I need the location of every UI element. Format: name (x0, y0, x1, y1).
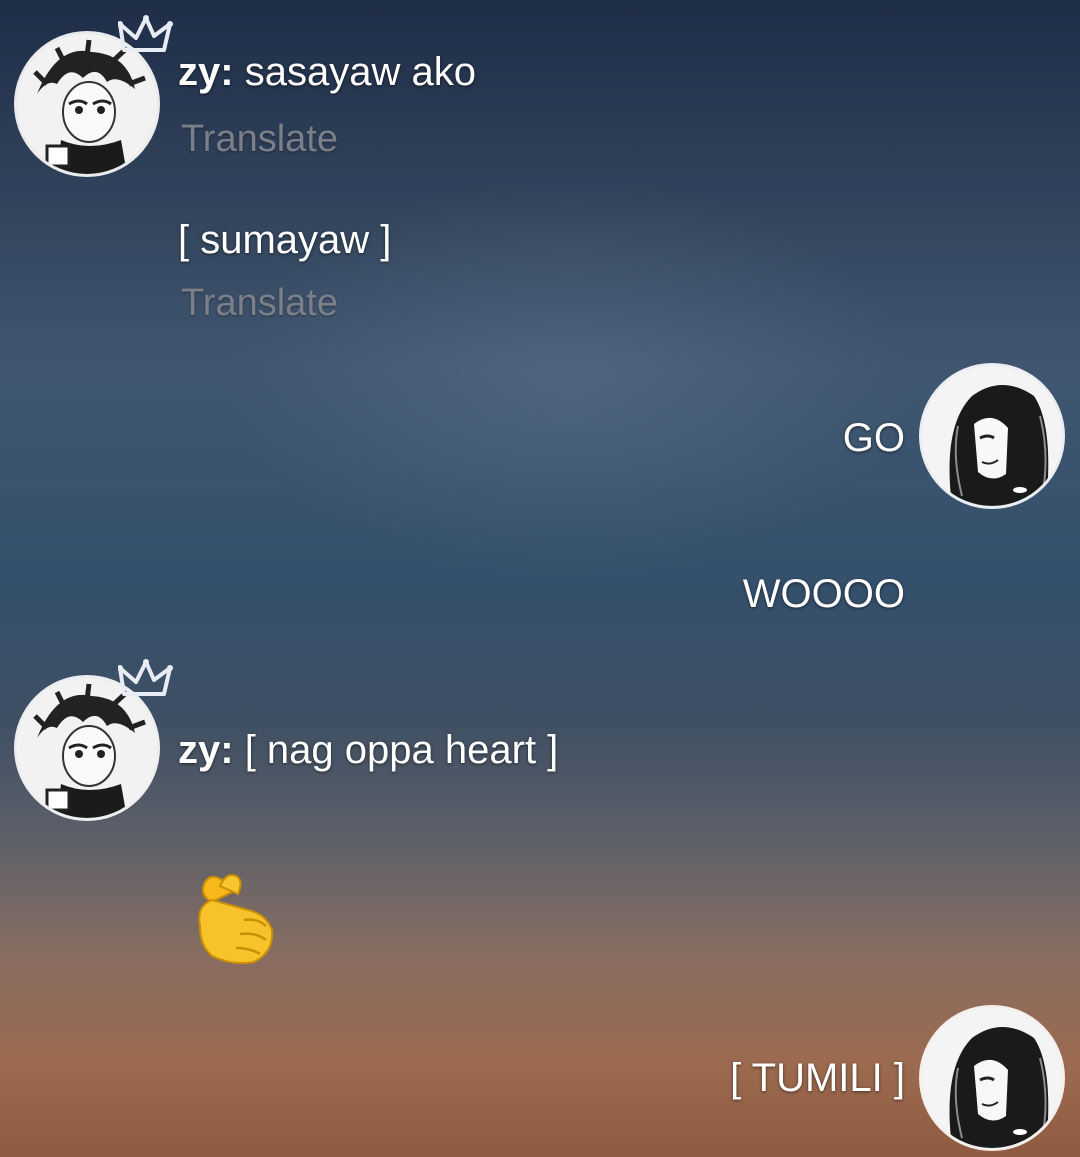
finger-heart-emoji-icon[interactable] (192, 866, 276, 966)
avatar-other-user[interactable] (922, 366, 1062, 506)
translate-link[interactable]: Translate (181, 282, 338, 325)
message-text: sasayaw ako (244, 50, 476, 94)
sender-name: zy: (178, 728, 234, 772)
message-3[interactable]: GO (843, 416, 905, 461)
sender-name: zy: (178, 50, 234, 94)
long-hair-anime-avatar-icon (922, 366, 1062, 506)
message-7[interactable]: [ TUMILI ] (730, 1056, 905, 1101)
crown-icon (118, 15, 173, 52)
message-2[interactable]: [ sumayaw ] (178, 218, 391, 263)
long-hair-anime-avatar-icon (922, 1008, 1062, 1148)
avatar-other-user[interactable] (922, 1008, 1062, 1148)
message-4[interactable]: WOOOO (743, 572, 905, 617)
message-text: [ nag oppa heart ] (244, 728, 559, 772)
message-1[interactable]: zy: sasayaw ako (178, 50, 476, 95)
translate-link[interactable]: Translate (181, 118, 338, 161)
message-5[interactable]: zy: [ nag oppa heart ] (178, 728, 558, 773)
crown-icon (118, 659, 173, 696)
